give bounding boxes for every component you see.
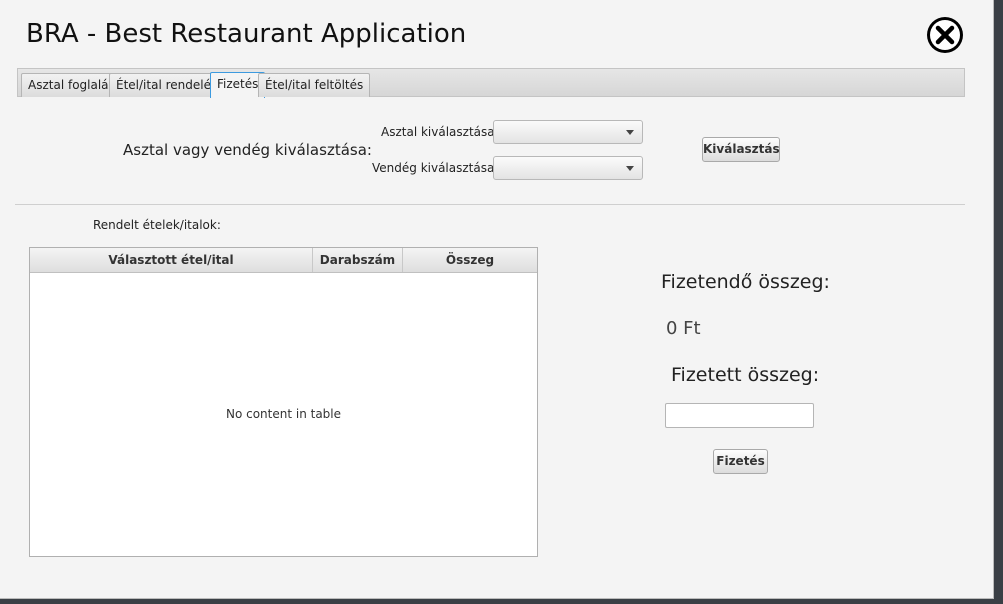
divider: [15, 204, 965, 205]
tab-table-booking[interactable]: Asztal foglalás: [21, 73, 122, 97]
table-select[interactable]: [493, 120, 643, 144]
pay-button[interactable]: Fizetés: [713, 449, 768, 474]
selection-heading: Asztal vagy vendég kiválasztása:: [123, 141, 372, 159]
app-title: BRA - Best Restaurant Application: [26, 19, 467, 49]
tab-bar: Asztal foglalás Étel/ital rendelés Fizet…: [17, 68, 965, 98]
app-window: BRA - Best Restaurant Application Asztal…: [0, 0, 994, 599]
orders-table[interactable]: Választott étel/ital Darabszám Összeg No…: [29, 247, 538, 557]
empty-table-message: No content in table: [225, 407, 342, 421]
column-header-item[interactable]: Választott étel/ital: [30, 248, 313, 272]
close-button[interactable]: [927, 17, 963, 53]
chevron-down-icon: [626, 166, 634, 171]
column-header-amount[interactable]: Összeg: [403, 248, 537, 272]
guest-select[interactable]: [493, 156, 643, 180]
table-select-label: Asztal kiválasztása:: [381, 125, 499, 139]
guest-select-label: Vendég kiválasztása:: [372, 161, 499, 175]
column-header-quantity[interactable]: Darabszám: [313, 248, 403, 272]
close-icon: [930, 20, 960, 50]
amount-paid-input[interactable]: [665, 403, 814, 428]
tab-food-upload[interactable]: Étel/ital feltöltés: [258, 73, 371, 97]
amount-due-value: 0 Ft: [666, 318, 701, 339]
orders-heading: Rendelt ételek/italok:: [93, 218, 221, 232]
table-header: Választott étel/ital Darabszám Összeg: [30, 248, 537, 273]
tab-food-order[interactable]: Étel/ital rendelés: [109, 73, 225, 97]
amount-paid-label: Fizetett összeg:: [671, 364, 820, 386]
amount-due-label: Fizetendő összeg:: [661, 271, 830, 293]
select-button[interactable]: Kiválasztás: [702, 137, 780, 162]
chevron-down-icon: [626, 130, 634, 135]
